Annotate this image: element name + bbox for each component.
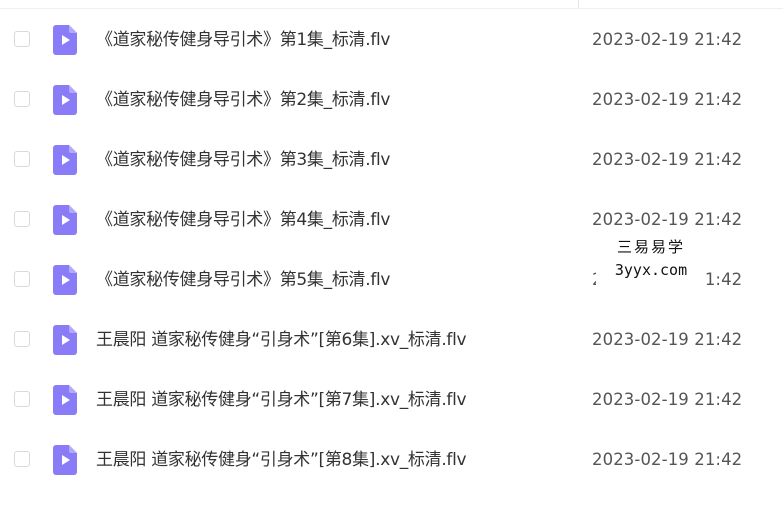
video-file-icon [53, 385, 77, 415]
video-file-icon [53, 25, 77, 55]
file-date: 2023-02-19 21:42 [592, 30, 743, 49]
file-date: 2023-02-19 21:42 [592, 330, 743, 349]
file-row[interactable]: 《道家秘传健身导引术》第3集_标清.flv 2023-02-19 21:42 [0, 130, 783, 190]
file-date: 2023-02-19 21:42 [592, 210, 743, 229]
file-date: 2023-02-19 21:42 [592, 390, 743, 409]
file-name[interactable]: 《道家秘传健身导引术》第5集_标清.flv [96, 269, 391, 291]
file-name[interactable]: 《道家秘传健身导引术》第3集_标清.flv [96, 149, 391, 171]
row-checkbox[interactable] [14, 151, 30, 167]
video-file-icon [53, 145, 77, 175]
file-date: 2023-02-19 21:42 [592, 150, 743, 169]
row-checkbox[interactable] [14, 31, 30, 47]
watermark: 三易易学 3yyx.com [596, 230, 706, 292]
row-checkbox[interactable] [14, 91, 30, 107]
row-checkbox[interactable] [14, 271, 30, 287]
file-name[interactable]: 王晨阳 道家秘传健身“引身术”[第7集].xv_标清.flv [96, 389, 467, 411]
video-file-icon [53, 205, 77, 235]
column-divider [578, 0, 579, 8]
file-row[interactable]: 王晨阳 道家秘传健身“引身术”[第7集].xv_标清.flv 2023-02-1… [0, 370, 783, 430]
watermark-url: 3yyx.com [614, 261, 688, 279]
file-name[interactable]: 《道家秘传健身导引术》第2集_标清.flv [96, 89, 391, 111]
row-checkbox[interactable] [14, 331, 30, 347]
video-file-icon [53, 445, 77, 475]
file-name[interactable]: 王晨阳 道家秘传健身“引身术”[第6集].xv_标清.flv [96, 329, 467, 351]
watermark-title: 三易易学 [616, 238, 685, 256]
file-name[interactable]: 《道家秘传健身导引术》第1集_标清.flv [96, 29, 391, 51]
video-file-icon [53, 325, 77, 355]
video-file-icon [53, 265, 77, 295]
row-checkbox[interactable] [14, 451, 30, 467]
file-row[interactable]: 王晨阳 道家秘传健身“引身术”[第6集].xv_标清.flv 2023-02-1… [0, 310, 783, 370]
file-name[interactable]: 《道家秘传健身导引术》第4集_标清.flv [96, 209, 391, 231]
file-date: 2023-02-19 21:42 [592, 90, 743, 109]
video-file-icon [53, 85, 77, 115]
file-date: 2023-02-19 21:42 [592, 450, 743, 469]
file-row[interactable]: 王晨阳 道家秘传健身“引身术”[第8集].xv_标清.flv 2023-02-1… [0, 430, 783, 490]
file-name[interactable]: 王晨阳 道家秘传健身“引身术”[第8集].xv_标清.flv [96, 449, 467, 471]
row-checkbox[interactable] [14, 211, 30, 227]
row-checkbox[interactable] [14, 391, 30, 407]
file-row[interactable]: 《道家秘传健身导引术》第1集_标清.flv 2023-02-19 21:42 [0, 10, 783, 70]
header-separator [0, 8, 783, 9]
file-row[interactable]: 《道家秘传健身导引术》第2集_标清.flv 2023-02-19 21:42 [0, 70, 783, 130]
